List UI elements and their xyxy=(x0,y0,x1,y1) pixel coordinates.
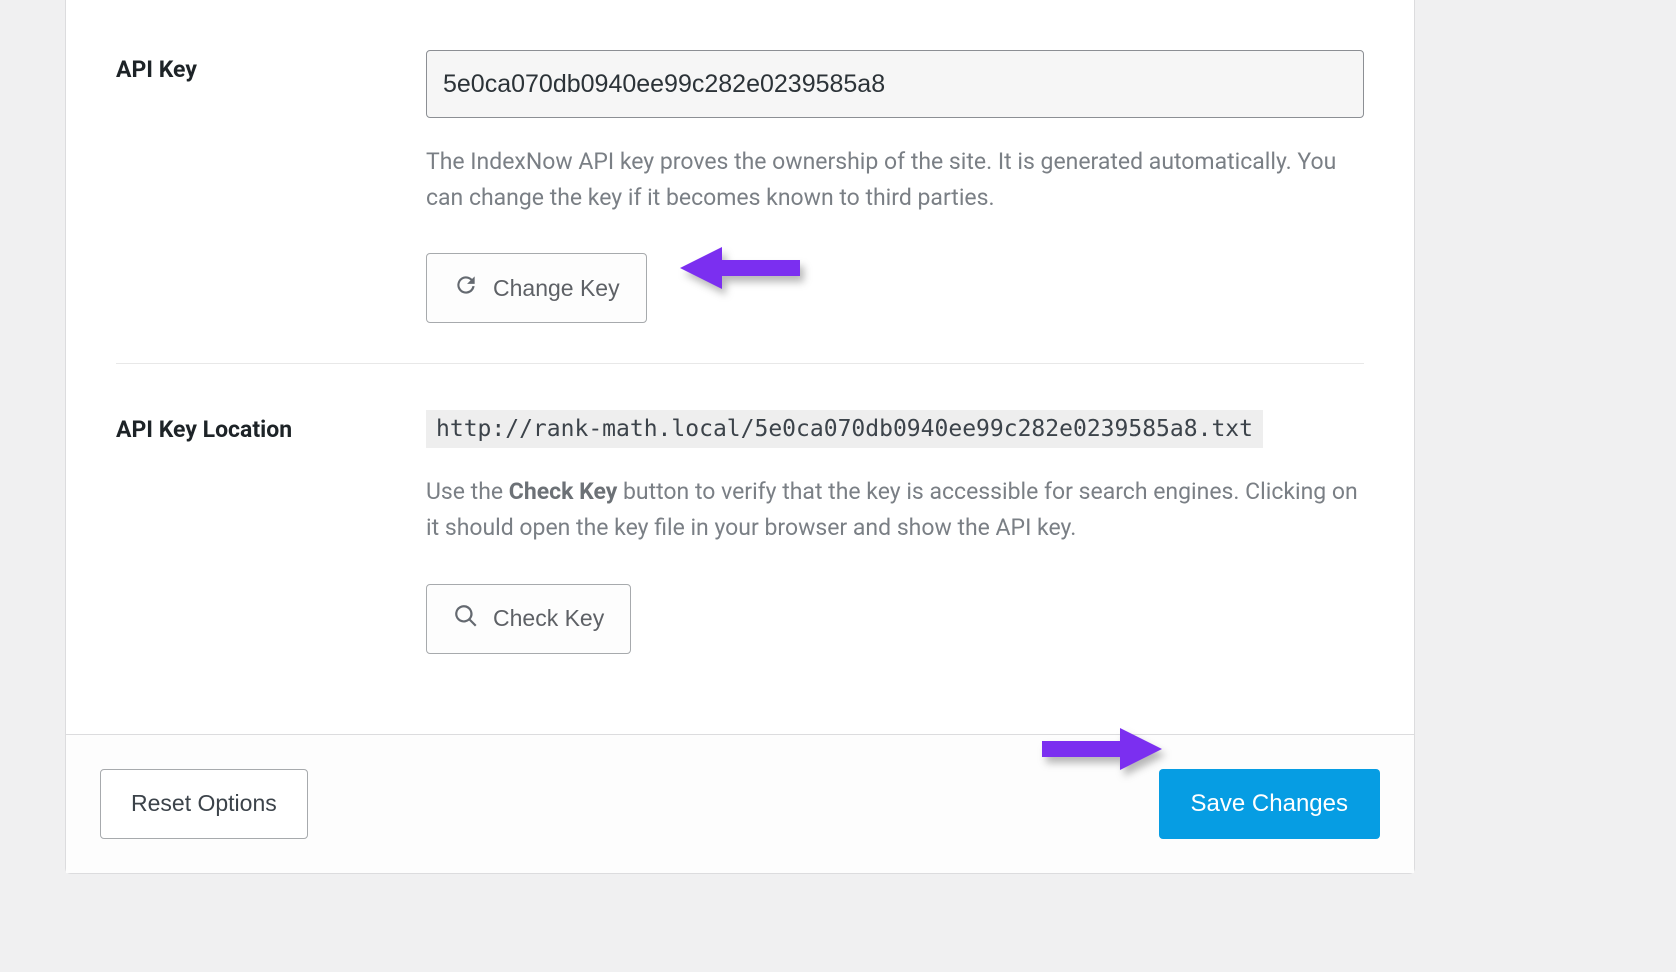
change-key-label: Change Key xyxy=(493,275,620,302)
api-key-location-help: Use the Check Key button to verify that … xyxy=(426,474,1364,545)
api-key-help: The IndexNow API key proves the ownershi… xyxy=(426,144,1364,215)
label-api-key: API Key xyxy=(116,50,426,83)
check-key-button[interactable]: Check Key xyxy=(426,584,631,654)
search-icon xyxy=(453,603,479,635)
panel-footer: Reset Options Save Changes xyxy=(66,734,1414,873)
check-key-label: Check Key xyxy=(493,605,604,632)
help-bold: Check Key xyxy=(509,478,618,505)
reset-options-button[interactable]: Reset Options xyxy=(100,769,308,839)
row-api-key: API Key The IndexNow API key proves the … xyxy=(116,30,1364,363)
label-api-key-location: API Key Location xyxy=(116,410,426,443)
change-key-button[interactable]: Change Key xyxy=(426,253,647,323)
settings-panel: API Key The IndexNow API key proves the … xyxy=(65,0,1415,874)
help-pre: Use the xyxy=(426,478,509,505)
save-changes-button[interactable]: Save Changes xyxy=(1159,769,1380,839)
refresh-icon xyxy=(453,272,479,304)
api-key-input[interactable] xyxy=(426,50,1364,118)
row-api-key-location: API Key Location http://rank-math.local/… xyxy=(116,363,1364,693)
field-api-key: The IndexNow API key proves the ownershi… xyxy=(426,50,1364,323)
field-api-key-location: http://rank-math.local/5e0ca070db0940ee9… xyxy=(426,410,1364,653)
api-key-location-url: http://rank-math.local/5e0ca070db0940ee9… xyxy=(426,410,1263,448)
settings-body: API Key The IndexNow API key proves the … xyxy=(66,0,1414,734)
